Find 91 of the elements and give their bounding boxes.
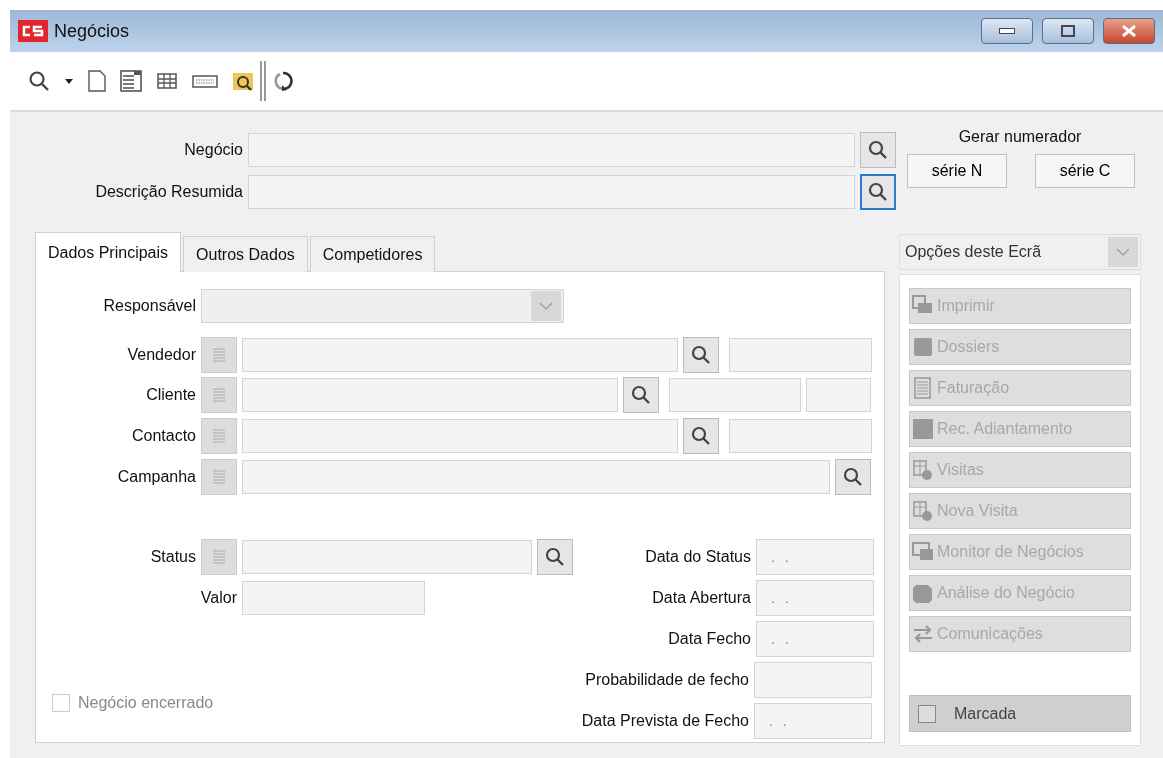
field-label: Cliente <box>145 386 196 405</box>
list-icon <box>213 346 225 363</box>
series-button[interactable]: série C <box>1035 154 1135 188</box>
maximize-button[interactable] <box>1042 18 1094 44</box>
list-icon <box>213 549 225 566</box>
search-button[interactable] <box>683 418 719 455</box>
window-title: Negócios <box>54 20 131 42</box>
toggle-label: Marcada <box>954 704 1017 723</box>
input-field[interactable] <box>248 175 855 209</box>
input-field[interactable] <box>242 581 425 616</box>
list-button[interactable] <box>201 458 237 495</box>
input-field[interactable] <box>242 540 532 575</box>
input-field[interactable] <box>729 337 872 372</box>
chevron-down-icon <box>1116 248 1130 256</box>
monitor-icon <box>912 541 934 563</box>
form-icon[interactable] <box>120 70 142 92</box>
chevron-down-icon <box>539 302 553 311</box>
minimize-button[interactable] <box>981 18 1033 44</box>
section-title: Gerar numerador <box>957 128 1083 146</box>
field-label: Valor <box>199 589 237 608</box>
app-logo-icon <box>18 20 48 42</box>
tab[interactable]: Competidores <box>309 236 436 272</box>
input-field[interactable]: . . <box>756 539 874 576</box>
field-label: Vendedor <box>126 345 196 364</box>
search-icon <box>631 385 651 406</box>
input-field[interactable]: . . <box>756 580 874 617</box>
field-label: Data Prevista de Fecho <box>580 712 749 731</box>
options-dropdown[interactable]: Opções deste Ecrã <box>899 234 1141 270</box>
grid-icon[interactable] <box>156 70 178 92</box>
minimize-icon <box>999 28 1015 34</box>
input-field[interactable]: . . <box>756 621 874 658</box>
search-button[interactable] <box>860 174 896 210</box>
close-button[interactable] <box>1103 18 1155 44</box>
search-icon[interactable] <box>28 70 50 92</box>
search-icon <box>691 426 711 447</box>
field-label: Campanha <box>116 467 196 486</box>
list-button[interactable] <box>201 418 237 455</box>
search-icon <box>843 466 863 487</box>
search-button[interactable] <box>835 458 871 495</box>
folder-icon <box>912 336 934 358</box>
folder-search-icon[interactable] <box>232 70 254 92</box>
field-label: Data do Status <box>644 548 751 567</box>
search-icon <box>868 140 888 160</box>
field-label: Probabilidade de fecho <box>584 671 749 690</box>
marked-toggle[interactable]: Marcada <box>909 695 1131 732</box>
search-button[interactable] <box>537 539 573 576</box>
input-field[interactable] <box>729 419 872 454</box>
field-label: Descrição Resumida <box>94 183 243 201</box>
document-icon <box>912 377 934 399</box>
field-label: Status <box>149 548 196 567</box>
search-icon <box>545 547 565 568</box>
field-label: Negócio <box>183 141 243 159</box>
series-button[interactable]: série N <box>907 154 1007 188</box>
refresh-icon[interactable] <box>272 70 294 92</box>
field-label: Contacto <box>130 427 196 446</box>
input-field[interactable] <box>669 378 801 413</box>
checkbox-label: Negócio encerrado <box>78 693 214 712</box>
list-icon <box>213 387 225 404</box>
tab[interactable]: Outros Dados <box>183 236 308 272</box>
calendar-clock-icon <box>912 459 934 481</box>
search-button[interactable] <box>623 377 659 414</box>
field-label: Data Abertura <box>651 589 751 608</box>
input-field[interactable] <box>754 662 872 699</box>
search-button[interactable] <box>860 132 896 168</box>
input-field[interactable] <box>242 378 618 413</box>
calendar-clock-icon <box>912 500 934 522</box>
list-icon <box>213 468 225 485</box>
dropdown[interactable] <box>201 289 564 324</box>
input-field[interactable] <box>242 459 830 494</box>
search-button[interactable] <box>683 336 719 373</box>
maximize-icon <box>1061 25 1075 37</box>
field-label: Data Fecho <box>667 630 751 649</box>
input-field[interactable]: . . <box>754 703 872 740</box>
block-icon <box>912 418 934 440</box>
search-icon <box>868 182 888 202</box>
checkbox[interactable] <box>918 704 936 723</box>
list-button[interactable] <box>201 539 237 576</box>
input-field[interactable] <box>248 133 855 167</box>
input-field[interactable] <box>242 419 678 454</box>
new-document-icon[interactable] <box>88 70 106 92</box>
close-icon <box>1121 25 1137 37</box>
tab[interactable]: Dados Principais <box>35 232 182 272</box>
arrows-icon <box>912 623 934 645</box>
search-icon <box>691 344 711 365</box>
field-label: Responsável <box>102 297 196 316</box>
blob-icon <box>912 582 934 604</box>
input-field[interactable] <box>806 378 871 413</box>
list-icon <box>213 428 225 445</box>
list-button[interactable] <box>201 377 237 414</box>
list-button[interactable] <box>201 336 237 373</box>
input-field[interactable] <box>242 337 678 372</box>
